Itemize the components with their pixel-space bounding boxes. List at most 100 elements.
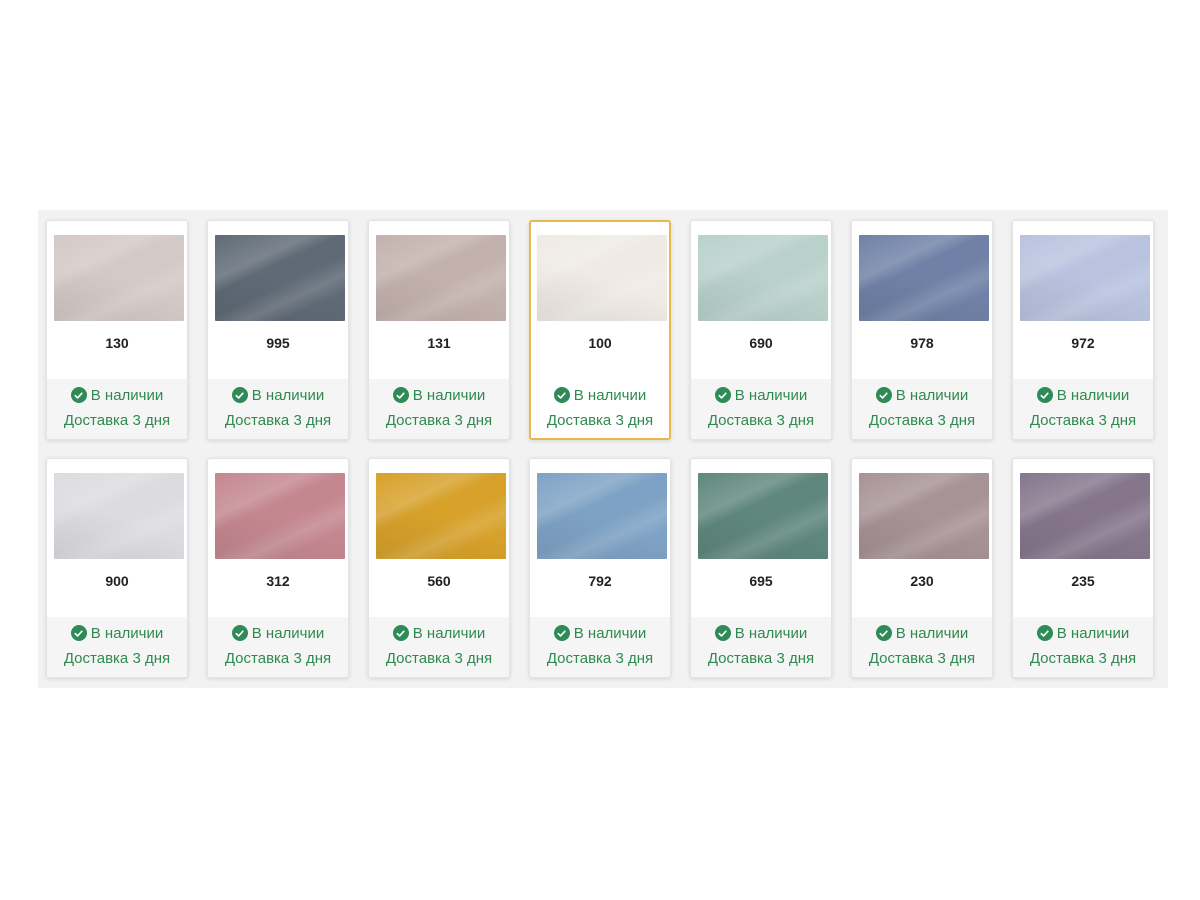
stock-label: В наличии [90, 624, 164, 642]
availability-block: В наличии Доставка 3 дня [47, 617, 187, 677]
color-code: 312 [266, 573, 290, 589]
color-card-792[interactable]: 792 В наличии Доставка 3 дня [529, 458, 671, 678]
stock-label: В наличии [412, 624, 486, 642]
fabric-swatch [54, 235, 184, 321]
color-card-131[interactable]: 131 В наличии Доставка 3 дня [368, 220, 510, 440]
delivery-label: Доставка 3 дня [224, 412, 332, 429]
fabric-swatch [54, 473, 184, 559]
check-circle-icon [714, 387, 731, 403]
delivery-label: Доставка 3 дня [707, 650, 815, 667]
availability-block: В наличии Доставка 3 дня [369, 379, 509, 439]
stock-label: В наличии [1056, 386, 1130, 404]
stock-status: В наличии [47, 621, 187, 645]
availability-block: В наличии Доставка 3 дня [852, 379, 992, 439]
availability-block: В наличии Доставка 3 дня [208, 379, 348, 439]
stock-status: В наличии [531, 383, 669, 407]
check-circle-icon [1036, 387, 1053, 403]
color-code: 900 [105, 573, 129, 589]
availability-block: В наличии Доставка 3 дня [531, 379, 669, 438]
color-code: 130 [105, 335, 129, 351]
color-code: 690 [749, 335, 773, 351]
stock-status: В наличии [208, 383, 348, 407]
color-code: 230 [910, 573, 934, 589]
stock-status: В наличии [208, 621, 348, 645]
stock-label: В наличии [895, 624, 969, 642]
stock-status: В наличии [369, 383, 509, 407]
color-code: 560 [427, 573, 451, 589]
fabric-swatch [537, 473, 667, 559]
check-circle-icon [231, 387, 248, 403]
color-code: 131 [427, 335, 451, 351]
delivery-label: Доставка 3 дня [63, 412, 171, 429]
stock-status: В наличии [691, 383, 831, 407]
delivery-label: Доставка 3 дня [1029, 412, 1137, 429]
check-circle-icon [231, 625, 248, 641]
check-circle-icon [875, 387, 892, 403]
color-card-690[interactable]: 690 В наличии Доставка 3 дня [690, 220, 832, 440]
availability-block: В наличии Доставка 3 дня [208, 617, 348, 677]
availability-block: В наличии Доставка 3 дня [1013, 617, 1153, 677]
fabric-swatch [537, 235, 667, 321]
stock-label: В наличии [1056, 624, 1130, 642]
availability-block: В наличии Доставка 3 дня [369, 617, 509, 677]
check-circle-icon [70, 625, 87, 641]
color-code: 995 [266, 335, 290, 351]
check-circle-icon [553, 625, 570, 641]
fabric-swatch [859, 473, 989, 559]
color-card-972[interactable]: 972 В наличии Доставка 3 дня [1012, 220, 1154, 440]
color-card-130[interactable]: 130 В наличии Доставка 3 дня [46, 220, 188, 440]
stock-label: В наличии [412, 386, 486, 404]
color-card-230[interactable]: 230 В наличии Доставка 3 дня [851, 458, 993, 678]
delivery-label: Доставка 3 дня [63, 650, 171, 667]
delivery-label: Доставка 3 дня [385, 412, 493, 429]
stock-label: В наличии [734, 624, 808, 642]
fabric-swatch [376, 235, 506, 321]
stock-status: В наличии [530, 621, 670, 645]
color-code: 972 [1071, 335, 1095, 351]
stock-status: В наличии [852, 621, 992, 645]
check-circle-icon [392, 625, 409, 641]
fabric-swatch [1020, 473, 1150, 559]
delivery-label: Доставка 3 дня [868, 412, 976, 429]
check-circle-icon [392, 387, 409, 403]
delivery-label: Доставка 3 дня [546, 412, 654, 429]
fabric-swatch [215, 473, 345, 559]
color-card-560[interactable]: 560 В наличии Доставка 3 дня [368, 458, 510, 678]
stock-status: В наличии [369, 621, 509, 645]
delivery-label: Доставка 3 дня [1029, 650, 1137, 667]
color-code: 100 [588, 335, 612, 351]
check-circle-icon [714, 625, 731, 641]
availability-block: В наличии Доставка 3 дня [691, 379, 831, 439]
stock-status: В наличии [47, 383, 187, 407]
availability-block: В наличии Доставка 3 дня [1013, 379, 1153, 439]
check-circle-icon [1036, 625, 1053, 641]
delivery-label: Доставка 3 дня [385, 650, 493, 667]
color-card-900[interactable]: 900 В наличии Доставка 3 дня [46, 458, 188, 678]
color-code: 792 [588, 573, 612, 589]
availability-block: В наличии Доставка 3 дня [530, 617, 670, 677]
stock-label: В наличии [251, 386, 325, 404]
stock-status: В наличии [1013, 383, 1153, 407]
availability-block: В наличии Доставка 3 дня [691, 617, 831, 677]
fabric-swatch [1020, 235, 1150, 321]
color-card-312[interactable]: 312 В наличии Доставка 3 дня [207, 458, 349, 678]
availability-block: В наличии Доставка 3 дня [47, 379, 187, 439]
stock-status: В наличии [1013, 621, 1153, 645]
fabric-swatch [698, 235, 828, 321]
check-circle-icon [70, 387, 87, 403]
check-circle-icon [553, 387, 570, 403]
fabric-swatch [376, 473, 506, 559]
stock-label: В наличии [251, 624, 325, 642]
color-card-235[interactable]: 235 В наличии Доставка 3 дня [1012, 458, 1154, 678]
color-card-100[interactable]: 100 В наличии Доставка 3 дня [529, 220, 671, 440]
fabric-swatch [859, 235, 989, 321]
delivery-label: Доставка 3 дня [868, 650, 976, 667]
stock-status: В наличии [852, 383, 992, 407]
color-card-995[interactable]: 995 В наличии Доставка 3 дня [207, 220, 349, 440]
delivery-label: Доставка 3 дня [707, 412, 815, 429]
stock-status: В наличии [691, 621, 831, 645]
fabric-swatch [215, 235, 345, 321]
fabric-swatch [698, 473, 828, 559]
color-card-695[interactable]: 695 В наличии Доставка 3 дня [690, 458, 832, 678]
color-card-978[interactable]: 978 В наличии Доставка 3 дня [851, 220, 993, 440]
